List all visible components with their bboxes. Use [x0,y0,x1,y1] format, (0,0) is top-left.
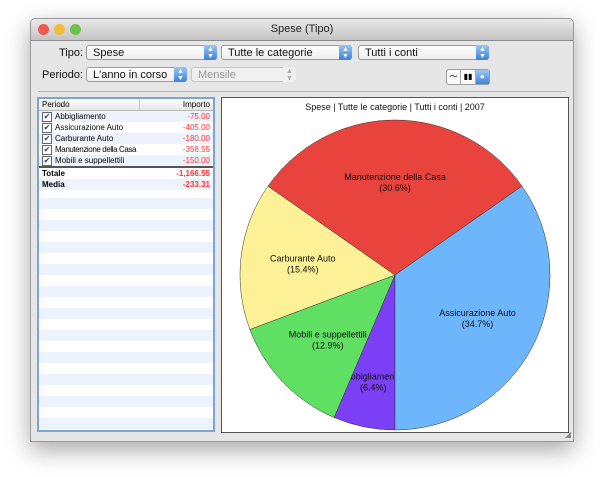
row-checkbox[interactable]: ✔ [42,122,52,133]
row-value: -405.00 [182,123,210,132]
slice-percent-label: (12.9%) [312,340,344,350]
slice-percent-label: (30.6%) [379,183,411,193]
close-button[interactable] [38,24,49,35]
row-value: -180.00 [182,134,210,143]
resize-grip-icon[interactable]: ◢ [565,430,571,439]
table-row[interactable]: ✔ Manutenzione della Casa -356.55 [39,144,213,155]
header-periodo[interactable]: Periodo [39,99,140,110]
row-name: Manutenzione della Casa [55,145,137,154]
stepper-arrows-icon: ▲ ▼ [476,45,489,60]
row-value: -356.55 [182,145,210,154]
slice-percent-label: (15.4%) [287,264,319,274]
row-value: -75.00 [187,112,210,121]
row-name: Mobili e suppellettili [55,156,125,165]
conti-value: Tutti i conti [365,47,418,59]
window-title: Spese (Tipo) [270,23,334,35]
separator [38,91,566,92]
table-row[interactable]: ✔ Assicurazione Auto -405.00 [39,122,213,133]
line-chart-icon[interactable]: 〜 [447,70,462,84]
row-checkbox[interactable]: ✔ [42,155,52,166]
intervallo-value: Mensile [198,69,236,81]
categories-table[interactable]: Periodo Importo ✔ Abbigliamento -75.00 ✔ Ass… [37,97,215,432]
bar-chart-icon[interactable]: ▮▮ [461,70,476,84]
tipo-label: Tipo: [58,47,83,59]
pie-chart: Abbigliamento(6.4%)Mobili e suppellettil… [239,119,551,431]
pie-chart-icon[interactable]: ● [475,70,489,84]
slice-label: Mobili e suppellettili [289,329,367,339]
slice-label: Carburante Auto [270,253,336,263]
conti-select[interactable]: Tutti i conti ▲ ▼ [358,45,489,60]
row-name: Assicurazione Auto [55,123,124,132]
intervallo-select[interactable]: Mensile ▲ ▼ [191,67,296,82]
categoria-select[interactable]: Tutte le categorie ▲ ▼ [221,45,352,60]
table-row[interactable]: ✔ Abbigliamento -75.00 [39,111,213,122]
row-checkbox[interactable]: ✔ [42,133,52,144]
row-checkbox[interactable]: ✔ [42,144,52,155]
totale-value: -1,166.55 [176,169,210,178]
stepper-arrows-icon: ▲ ▼ [204,45,217,60]
header-importo[interactable]: Importo [140,99,213,110]
totale-label: Totale [42,169,65,178]
tipo-select[interactable]: Spese ▲ ▼ [86,45,217,60]
chart-type-selector[interactable]: 〜 ▮▮ ● [446,69,490,85]
media-row: Media -233.31 [39,179,213,190]
slice-percent-label: (34.7%) [462,319,494,329]
media-value: -233.31 [182,180,210,189]
chart-title: Spese | Tutte le categorie | Tutti i con… [305,102,485,112]
chart-panel: Spese | Tutte le categorie | Tutti i con… [221,97,569,433]
row-checkbox[interactable]: ✔ [42,111,52,122]
zoom-button[interactable] [70,24,81,35]
row-name: Abbigliamento [55,112,106,121]
periodo-select[interactable]: L'anno in corso ▲ ▼ [86,67,187,82]
slice-percent-label: (6.4%) [360,382,387,392]
slice-label: Manutenzione della Casa [344,172,446,182]
row-value: -150.00 [182,156,210,165]
table-row[interactable]: ✔ Mobili e suppellettili -150.00 [39,155,213,166]
row-name: Carburante Auto [55,134,114,143]
report-window: Spese (Tipo) Tipo: Spese ▲ ▼ Tutte le cate… [30,18,574,442]
categoria-value: Tutte le categorie [228,47,313,59]
periodo-label: Periodo: [42,69,83,81]
tipo-value: Spese [93,47,125,59]
table-row[interactable]: ✔ Carburante Auto -180.00 [39,133,213,144]
slice-label: Assicurazione Auto [439,308,516,318]
table-header: Periodo Importo [39,99,213,111]
title-bar: Spese (Tipo) [31,19,573,41]
stepper-arrows-icon: ▲ ▼ [174,67,187,82]
periodo-value: L'anno in corso [93,69,168,81]
totale-row: Totale -1,166.55 [39,168,213,179]
media-label: Media [42,180,65,189]
stepper-arrows-icon: ▲ ▼ [339,45,352,60]
stepper-arrows-icon: ▲ ▼ [283,67,296,82]
minimize-button[interactable] [54,24,65,35]
